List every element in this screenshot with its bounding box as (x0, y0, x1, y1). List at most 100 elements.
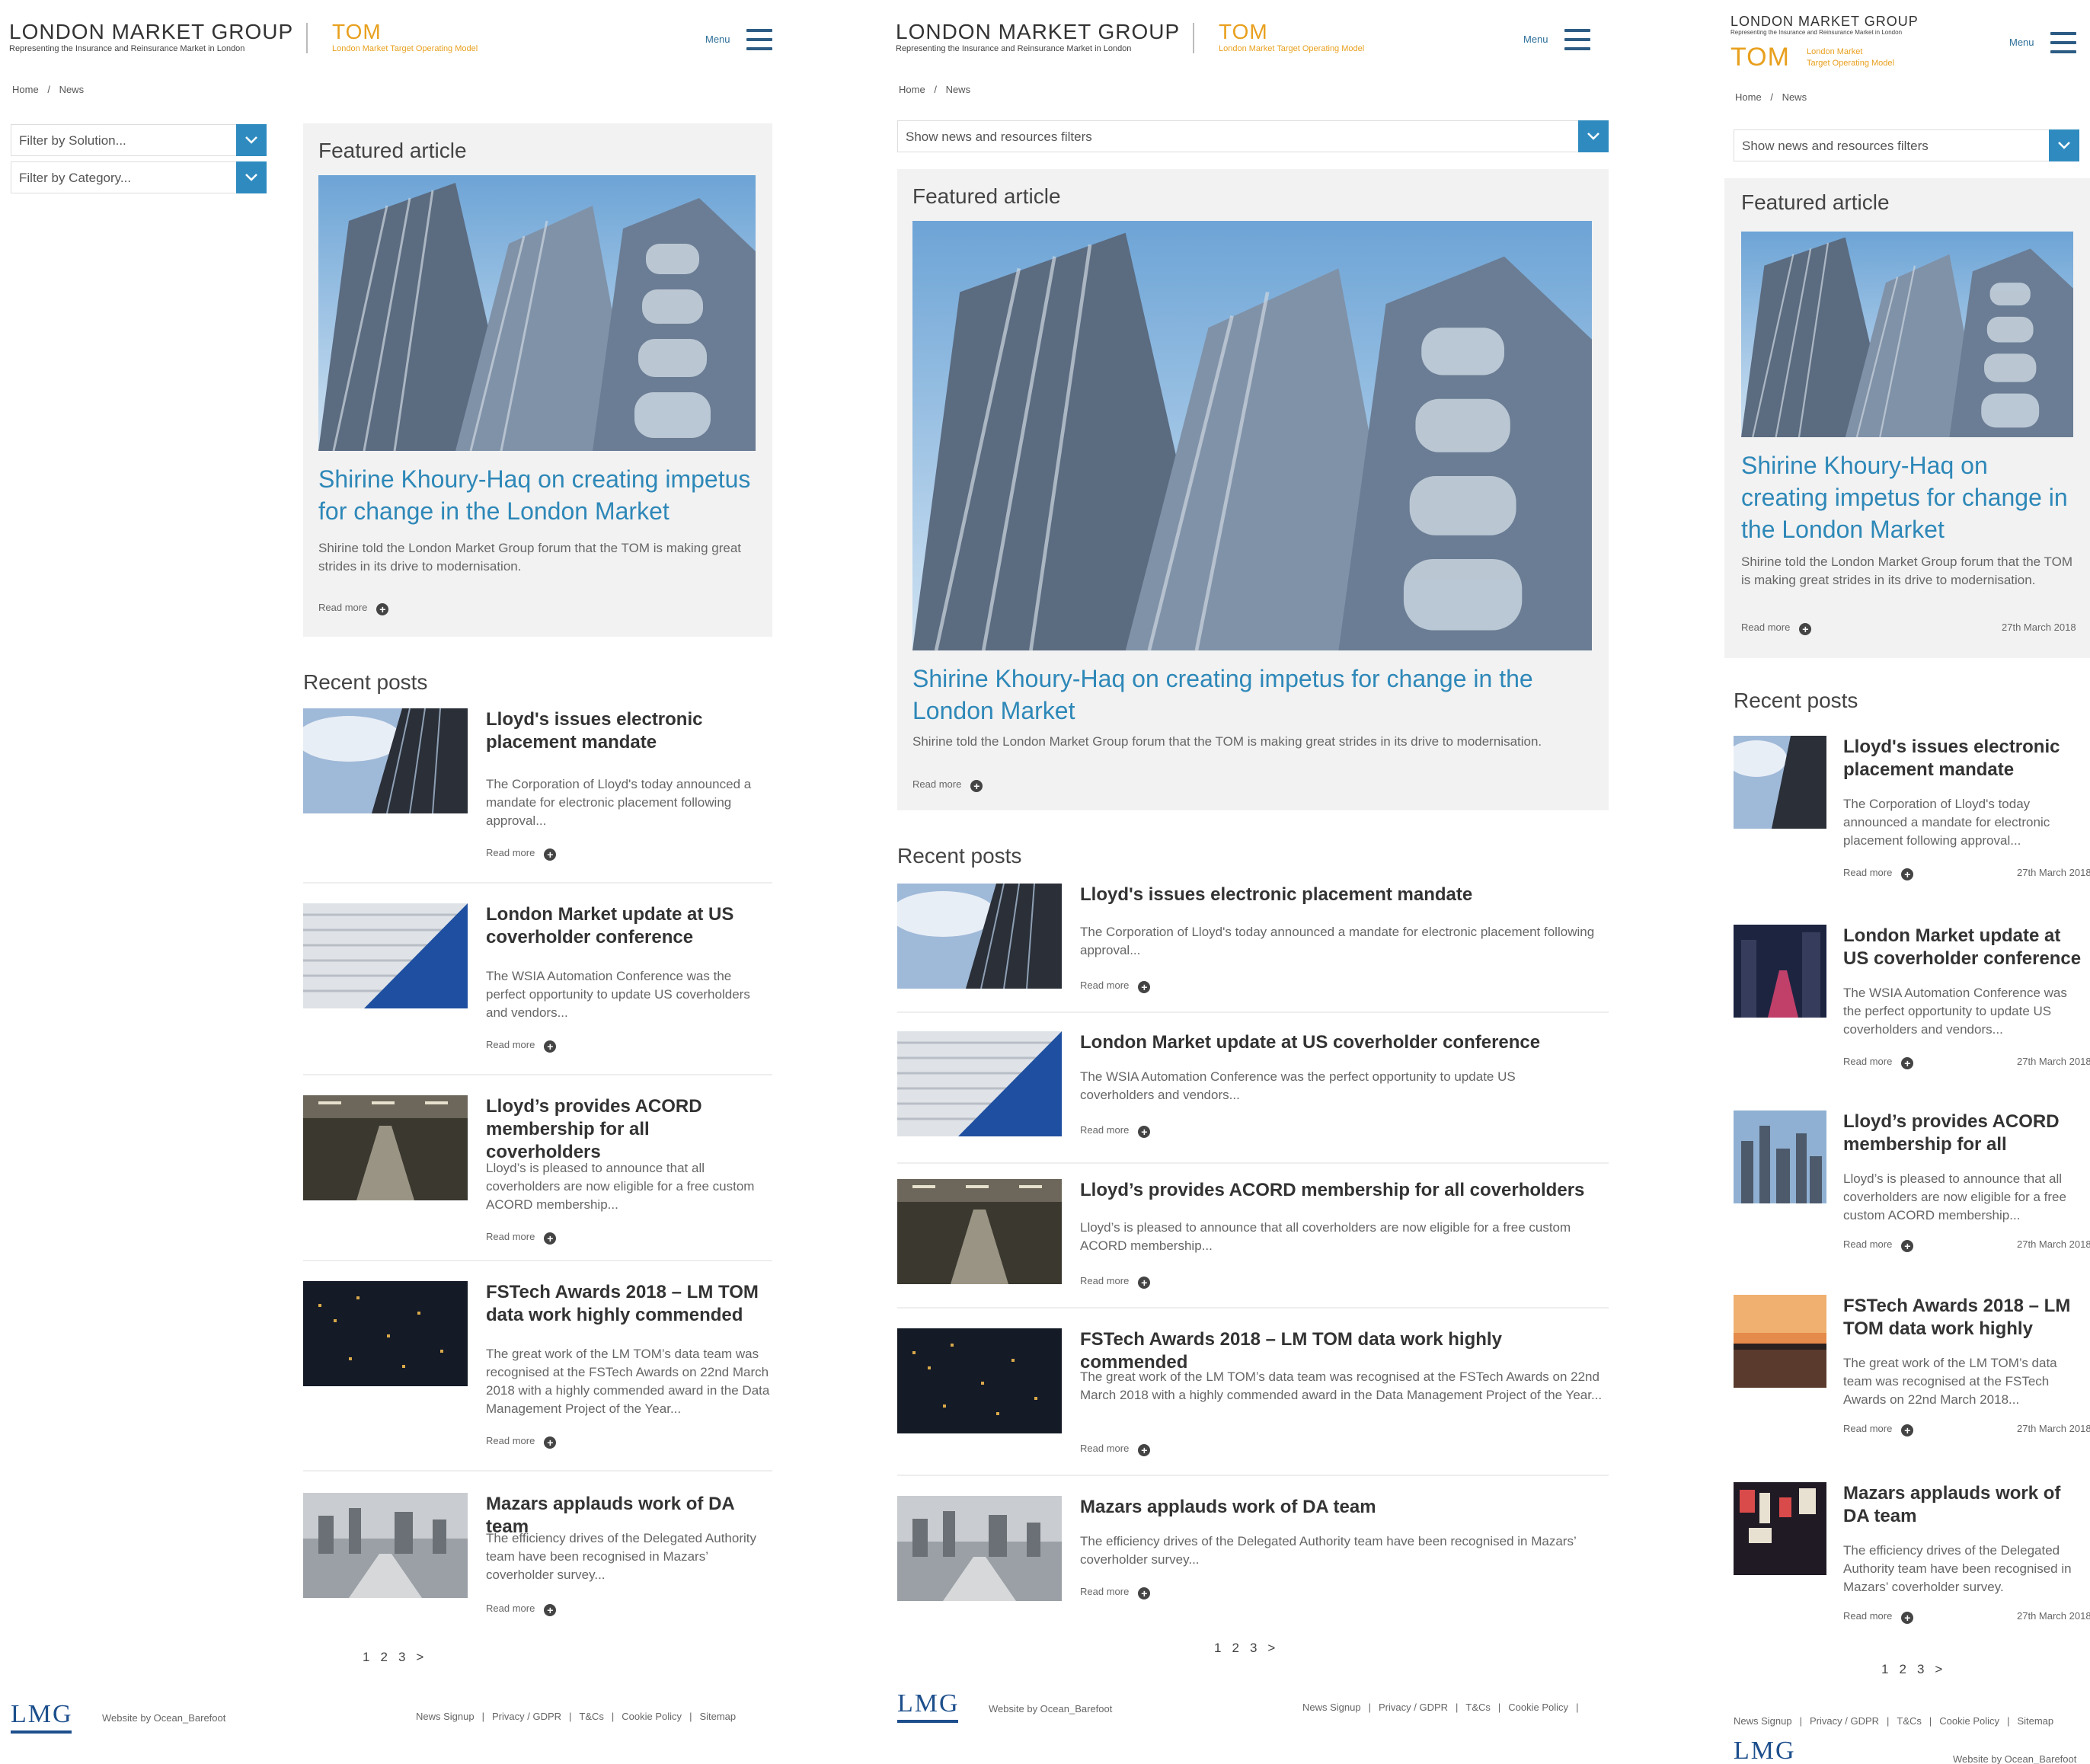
chevron-down-icon[interactable] (236, 124, 267, 156)
show-filters-toggle[interactable]: Show news and resources filters (897, 120, 1609, 152)
post-title[interactable]: Lloyd’s provides ACORD membership for al… (1080, 1179, 1606, 1202)
breadcrumb-home[interactable]: Home (899, 84, 925, 95)
post-read-more[interactable]: Read more + (486, 1231, 557, 1245)
post-read-more[interactable]: Read more + (1843, 1610, 1914, 1624)
footer-sitemap[interactable]: Sitemap (699, 1711, 736, 1722)
tom-logo-title[interactable]: TOM (1219, 20, 1268, 44)
tom-logo-title[interactable]: TOM (1730, 43, 1790, 72)
post-thumbnail[interactable] (1734, 1110, 1826, 1203)
featured-image[interactable] (912, 221, 1592, 650)
hamburger-menu-icon[interactable] (746, 29, 772, 50)
hamburger-menu-icon[interactable] (1564, 29, 1590, 50)
post-title[interactable]: FSTech Awards 2018 – LM TOM data work hi… (486, 1281, 768, 1327)
post-thumbnail[interactable] (303, 1095, 468, 1200)
chevron-down-icon[interactable] (1578, 120, 1609, 152)
post-title[interactable]: Mazars applauds work of DA team (1843, 1482, 2084, 1528)
post-title[interactable]: London Market update at US coverholder c… (1843, 925, 2084, 970)
footer-cookie[interactable]: Cookie Policy (622, 1711, 682, 1722)
footer-sitemap[interactable]: Sitemap (2017, 1715, 2053, 1727)
footer-news-signup[interactable]: News Signup (416, 1711, 475, 1722)
footer-terms[interactable]: T&Cs (579, 1711, 604, 1722)
featured-title[interactable]: Shirine Khoury-Haq on creating impetus f… (318, 463, 760, 527)
featured-image[interactable] (318, 175, 756, 451)
page-3[interactable]: 3 (1250, 1641, 1257, 1655)
plus-circle-icon[interactable]: + (376, 603, 389, 615)
footer-terms[interactable]: T&Cs (1897, 1715, 1922, 1727)
post-title[interactable]: London Market update at US coverholder c… (1080, 1031, 1606, 1054)
filter-solution-select[interactable]: Filter by Solution... (11, 124, 267, 156)
post-thumbnail[interactable] (1734, 1482, 1826, 1575)
page-2[interactable]: 2 (380, 1650, 387, 1664)
plus-circle-icon[interactable]: + (970, 780, 983, 792)
post-read-more[interactable]: Read more + (1080, 1586, 1151, 1599)
lmg-footer-logo[interactable]: LMG (11, 1700, 73, 1734)
post-thumbnail[interactable] (303, 903, 468, 1008)
plus-circle-icon[interactable]: + (1138, 1587, 1151, 1599)
menu-label[interactable]: Menu (705, 34, 730, 45)
lmg-logo-title[interactable]: LONDON MARKET GROUP (9, 20, 293, 44)
featured-title[interactable]: Shirine Khoury-Haq on creating impetus f… (912, 663, 1583, 727)
post-read-more[interactable]: Read more + (486, 1435, 557, 1449)
footer-news-signup[interactable]: News Signup (1302, 1702, 1361, 1713)
plus-circle-icon[interactable]: + (1901, 1424, 1914, 1436)
post-read-more[interactable]: Read more + (1843, 867, 1914, 880)
plus-circle-icon[interactable]: + (1138, 1277, 1151, 1289)
plus-circle-icon[interactable]: + (544, 848, 557, 861)
footer-privacy[interactable]: Privacy / GDPR (1379, 1702, 1448, 1713)
menu-label[interactable]: Menu (1523, 34, 1548, 45)
next-page[interactable]: > (1935, 1662, 1942, 1676)
footer-news-signup[interactable]: News Signup (1734, 1715, 1792, 1727)
featured-read-more[interactable]: Read more + (912, 778, 983, 792)
page-1[interactable]: 1 (1214, 1641, 1221, 1655)
plus-circle-icon[interactable]: + (544, 1604, 557, 1616)
featured-read-more[interactable]: Read more + (318, 602, 389, 615)
post-title[interactable]: London Market update at US coverholder c… (486, 903, 768, 949)
post-thumbnail[interactable] (897, 1328, 1062, 1433)
plus-circle-icon[interactable]: + (1901, 1057, 1914, 1069)
plus-circle-icon[interactable]: + (1901, 868, 1914, 880)
post-read-more[interactable]: Read more + (1843, 1423, 1914, 1436)
post-thumbnail[interactable] (303, 1281, 468, 1386)
lmg-logo-title[interactable]: LONDON MARKET GROUP (896, 20, 1180, 44)
post-read-more[interactable]: Read more + (1843, 1238, 1914, 1252)
featured-read-more[interactable]: Read more + (1741, 622, 1812, 635)
post-title[interactable]: Lloyd's issues electronic placement mand… (1843, 736, 2084, 781)
next-page[interactable]: > (416, 1650, 423, 1664)
post-title[interactable]: Lloyd's issues electronic placement mand… (486, 708, 768, 754)
hamburger-menu-icon[interactable] (2050, 32, 2076, 53)
filter-category-select[interactable]: Filter by Category... (11, 161, 267, 193)
post-read-more[interactable]: Read more + (1080, 1124, 1151, 1138)
post-title[interactable]: Mazars applauds work of DA team (1080, 1496, 1606, 1519)
post-title[interactable]: Lloyd's issues electronic placement mand… (1080, 884, 1606, 906)
plus-circle-icon[interactable]: + (1901, 1612, 1914, 1624)
post-thumbnail[interactable] (1734, 925, 1826, 1018)
post-thumbnail[interactable] (303, 1493, 468, 1598)
post-thumbnail[interactable] (897, 1179, 1062, 1284)
page-2[interactable]: 2 (1232, 1641, 1238, 1655)
post-read-more[interactable]: Read more + (1843, 1056, 1914, 1069)
post-read-more[interactable]: Read more + (1080, 1275, 1151, 1289)
footer-cookie[interactable]: Cookie Policy (1508, 1702, 1568, 1713)
featured-image[interactable] (1741, 232, 2073, 437)
post-thumbnail[interactable] (897, 1031, 1062, 1136)
footer-cookie[interactable]: Cookie Policy (1939, 1715, 1999, 1727)
post-thumbnail[interactable] (1734, 736, 1826, 829)
post-title[interactable]: Lloyd’s provides ACORD membership for al… (1843, 1110, 2084, 1156)
post-read-more[interactable]: Read more + (486, 847, 557, 861)
footer-credit[interactable]: Website by Ocean_Barefoot (102, 1712, 225, 1724)
plus-circle-icon[interactable]: + (1799, 623, 1812, 635)
post-read-more[interactable]: Read more + (1080, 1443, 1151, 1456)
plus-circle-icon[interactable]: + (544, 1040, 557, 1053)
page-3[interactable]: 3 (398, 1650, 405, 1664)
footer-privacy[interactable]: Privacy / GDPR (492, 1711, 561, 1722)
post-title[interactable]: FSTech Awards 2018 – LM TOM data work hi… (1843, 1295, 2084, 1341)
plus-circle-icon[interactable]: + (1138, 1126, 1151, 1138)
footer-privacy[interactable]: Privacy / GDPR (1810, 1715, 1879, 1727)
post-thumbnail[interactable] (897, 1496, 1062, 1601)
breadcrumb-home[interactable]: Home (1735, 91, 1762, 103)
page-1[interactable]: 1 (1881, 1662, 1888, 1676)
plus-circle-icon[interactable]: + (1138, 1444, 1151, 1456)
plus-circle-icon[interactable]: + (544, 1232, 557, 1245)
footer-credit[interactable]: Website by Ocean_Barefoot (1953, 1753, 2076, 1764)
chevron-down-icon[interactable] (2049, 129, 2079, 161)
